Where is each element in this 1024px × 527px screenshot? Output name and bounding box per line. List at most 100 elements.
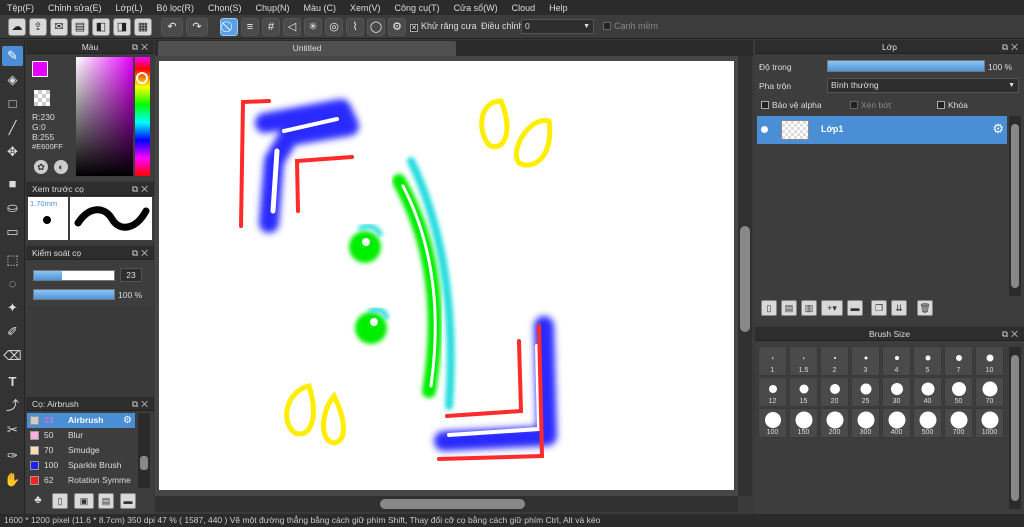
brush-tool-icon[interactable]: ✎ xyxy=(2,46,23,66)
brush-size-cell[interactable]: 12 xyxy=(758,377,787,407)
brush-size-cell[interactable]: 400 xyxy=(882,408,911,438)
fill-rect-tool-icon[interactable]: ■ xyxy=(2,174,23,194)
saturation-value-picker[interactable] xyxy=(76,57,133,176)
snap-parallel-icon[interactable]: ≡ xyxy=(241,18,259,36)
operation-tool-icon[interactable]: ⤴ xyxy=(2,396,23,416)
cloud-icon[interactable]: ☁ xyxy=(8,18,26,36)
brush-item-smudge[interactable]: 70 Smudge xyxy=(27,443,135,458)
brush-size-cell[interactable]: 1.5 xyxy=(789,346,818,376)
new-brush-icon[interactable]: ▯ xyxy=(52,493,68,509)
undo-icon[interactable]: ↶ xyxy=(161,18,183,36)
brush-size-cell[interactable]: 40 xyxy=(913,377,942,407)
snap-circle-icon[interactable]: ◎ xyxy=(325,18,343,36)
document-tab[interactable]: Untitled xyxy=(158,41,456,56)
bucket-tool-icon[interactable]: ⛀ xyxy=(2,198,23,218)
panel-left-icon[interactable]: ◧ xyxy=(92,18,110,36)
brush-size-cell[interactable]: 300 xyxy=(851,408,880,438)
line-tool-icon[interactable]: ╱ xyxy=(2,118,23,138)
brush-size-cell[interactable]: 200 xyxy=(820,408,849,438)
select-rect-tool-icon[interactable]: ⬚ xyxy=(2,250,23,270)
protect-alpha-checkbox[interactable] xyxy=(761,101,769,109)
new-folder-icon[interactable]: ▬ xyxy=(847,300,863,316)
correction-select[interactable]: 0 ▼ xyxy=(521,19,594,34)
new-halftone-layer-icon[interactable]: ▤ xyxy=(781,300,797,316)
menu-capture[interactable]: Chụp(N) xyxy=(249,3,297,13)
magic-wand-tool-icon[interactable]: ✦ xyxy=(2,298,23,318)
snap-settings-icon[interactable]: ⚙ xyxy=(388,18,406,36)
lock-option[interactable]: Khóa xyxy=(937,100,968,110)
snap-curve-icon[interactable]: ⌇ xyxy=(346,18,364,36)
clipping-option[interactable]: Xén bớt xyxy=(850,100,891,110)
stamp-icon[interactable]: ♣ xyxy=(30,493,46,509)
brush-item-sparkle[interactable]: 100 Sparkle Brush xyxy=(27,458,135,473)
menu-cloud[interactable]: Cloud xyxy=(505,3,543,13)
brush-size-cell[interactable]: 3 xyxy=(851,346,880,376)
folder-icon[interactable]: ▬ xyxy=(120,493,136,509)
brush-size-cell[interactable]: 100 xyxy=(758,408,787,438)
canvas-vertical-scrollbar[interactable] xyxy=(738,56,752,496)
soft-edge-option[interactable]: Cạnh mềm xyxy=(603,21,658,31)
panel-controls-icon[interactable]: ⧉✕ xyxy=(132,246,151,260)
soft-edge-checkbox[interactable] xyxy=(603,22,611,30)
document-icon[interactable]: ▤ xyxy=(71,18,89,36)
brush-size-cell[interactable]: 7 xyxy=(944,346,973,376)
menu-filter[interactable]: Bộ lọc(R) xyxy=(149,3,201,13)
layer-list-scrollbar[interactable] xyxy=(1009,116,1021,296)
brush-size-cell[interactable]: 4 xyxy=(882,346,911,376)
add-layer-menu-icon[interactable]: +▾ xyxy=(821,300,843,316)
brush-size-cell[interactable]: 70 xyxy=(975,377,1004,407)
hand-tool-icon[interactable]: ✋ xyxy=(2,470,23,490)
antialias-option[interactable]: ✕ Khử răng cưa xyxy=(410,21,477,32)
horizontal-scroll-thumb[interactable] xyxy=(380,499,525,509)
menu-edit[interactable]: Chỉnh sửa(E) xyxy=(41,3,109,13)
menu-layer[interactable]: Lớp(L) xyxy=(109,3,150,13)
color-mix-icon[interactable]: ◐ xyxy=(54,160,68,174)
gradient-tool-icon[interactable]: ▭ xyxy=(2,222,23,242)
vertical-scroll-thumb[interactable] xyxy=(740,226,750,332)
brush-size-cell[interactable]: 1 xyxy=(758,346,787,376)
layer-list-scroll-thumb[interactable] xyxy=(1011,124,1019,288)
brush-size-cell[interactable]: 20 xyxy=(820,377,849,407)
redo-icon[interactable]: ↷ xyxy=(186,18,208,36)
palette-icon[interactable]: ✿ xyxy=(34,160,48,174)
panel-controls-icon[interactable]: ⧉✕ xyxy=(1002,40,1021,54)
panel-right-icon[interactable]: ◨ xyxy=(113,18,131,36)
menu-tools[interactable]: Công cụ(T) xyxy=(388,3,447,13)
panel-controls-icon[interactable]: ⧉✕ xyxy=(132,40,151,54)
menu-window[interactable]: Cửa sổ(W) xyxy=(447,3,505,13)
blend-mode-select[interactable]: Bình thường ▼ xyxy=(827,78,1019,93)
menu-help[interactable]: Help xyxy=(542,3,575,13)
rect-tool-icon[interactable]: □ xyxy=(2,94,23,114)
move-tool-icon[interactable]: ✥ xyxy=(2,142,23,162)
brush-item-rotation[interactable]: 62 Rotation Symme xyxy=(27,473,135,488)
brush-size-cell[interactable]: 2 xyxy=(820,346,849,376)
brush-size-cell[interactable]: 1000 xyxy=(975,408,1004,438)
brush-size-cell[interactable]: 700 xyxy=(944,408,973,438)
eyedropper-tool-icon[interactable]: ✑ xyxy=(2,446,23,466)
brush-size-scroll-thumb[interactable] xyxy=(1011,355,1019,501)
menu-file[interactable]: Tệp(F) xyxy=(0,3,41,13)
snap-off-icon[interactable]: ⃠ xyxy=(220,18,238,36)
snap-ellipse-icon[interactable]: ◯ xyxy=(367,18,385,36)
brush-item-airbrush[interactable]: 23 Airbrush ⚙ xyxy=(27,413,135,428)
brush-list-scroll-thumb[interactable] xyxy=(140,456,148,470)
brush-size-cell[interactable]: 15 xyxy=(789,377,818,407)
menu-color[interactable]: Màu (C) xyxy=(297,3,344,13)
menu-view[interactable]: Xem(V) xyxy=(343,3,388,13)
brush-size-cell[interactable]: 30 xyxy=(882,377,911,407)
brush-opacity-slider[interactable] xyxy=(33,289,115,300)
brush-size-cell[interactable]: 10 xyxy=(975,346,1004,376)
canvas-paper[interactable] xyxy=(159,61,734,490)
transparent-color-swatch[interactable] xyxy=(34,90,50,106)
antialias-checkbox[interactable]: ✕ xyxy=(410,24,418,32)
comment-icon[interactable]: ✉ xyxy=(50,18,68,36)
brush-doc-icon[interactable]: ▤ xyxy=(98,493,114,509)
new-layer-icon[interactable]: ▯ xyxy=(761,300,777,316)
foreground-color-swatch[interactable] xyxy=(32,61,48,77)
brush-size-cell[interactable]: 50 xyxy=(944,377,973,407)
gear-icon[interactable]: ⚙ xyxy=(992,121,1004,137)
select-eraser-tool-icon[interactable]: ⌫ xyxy=(2,346,23,366)
snap-radial-icon[interactable]: ✳ xyxy=(304,18,322,36)
panel-controls-icon[interactable]: ⧉✕ xyxy=(132,182,151,196)
lock-checkbox[interactable] xyxy=(937,101,945,109)
